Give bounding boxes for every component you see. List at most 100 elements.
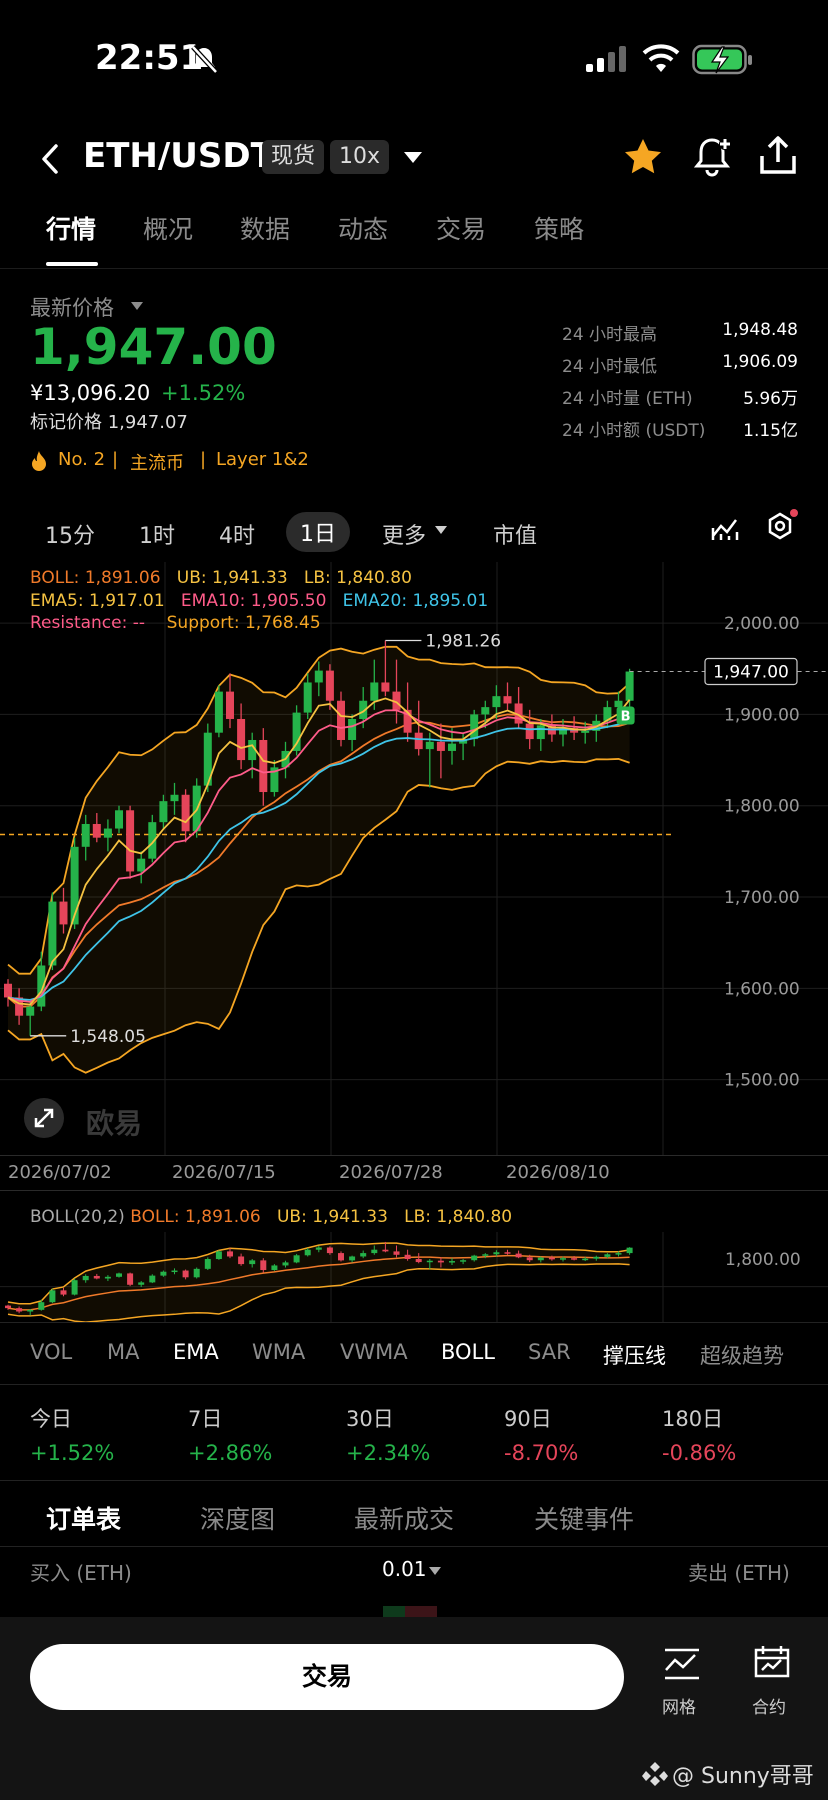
indicator-chart-icon[interactable] <box>710 514 740 544</box>
subchart-candle-body <box>426 1260 433 1263</box>
pair-symbol[interactable]: ETH/USDT <box>83 136 274 176</box>
perf-value: -8.70% <box>504 1441 579 1465</box>
fullscreen-button[interactable] <box>24 1098 64 1138</box>
contract-icon[interactable] <box>752 1644 792 1682</box>
perf-label: 180日 <box>662 1407 724 1431</box>
tab-key-events[interactable]: 关键事件 <box>534 1500 634 1536</box>
candle-body <box>536 725 545 740</box>
price-type-dropdown-icon[interactable] <box>130 301 144 311</box>
perf-180d: 180日 -0.86% <box>662 1403 736 1465</box>
tab-order-book[interactable]: 订单表 <box>46 1500 121 1536</box>
change-percent: +1.52% <box>161 381 246 405</box>
subchart-candle-body <box>149 1275 156 1283</box>
indicator-boll[interactable]: BOLL <box>441 1340 495 1364</box>
legend-boll: BOLL: 1,891.06 <box>30 568 161 588</box>
stat-value: 1,906.09 <box>722 352 798 372</box>
subchart-candle-body <box>238 1256 245 1265</box>
creator-watermark: @ Sunny哥哥 <box>672 1764 814 1789</box>
precision-select[interactable]: 0.01 <box>382 1557 427 1581</box>
timeframe-more[interactable]: 更多 <box>382 518 426 550</box>
legend-ema5: EMA5: 1,917.01 <box>30 591 165 611</box>
candle-body <box>470 714 479 740</box>
perf-label: 90日 <box>504 1407 552 1431</box>
perf-90d: 90日 -8.70% <box>504 1403 578 1465</box>
candle-body <box>370 682 379 701</box>
subchart-legend: BOLL(20,2) BOLL: 1,891.06 UB: 1,941.33 L… <box>30 1207 512 1227</box>
chart-settings-icon[interactable] <box>764 508 800 544</box>
low-marker-label: 1,548.05 <box>70 1027 146 1047</box>
divider <box>0 1546 828 1547</box>
subchart-candle-body <box>304 1249 311 1256</box>
subchart-candle-body <box>204 1259 211 1269</box>
pair-dropdown-icon[interactable] <box>402 150 424 166</box>
contract-label[interactable]: 合约 <box>752 1693 786 1718</box>
y-axis-tick: 1,700.00 <box>724 888 800 908</box>
timeframe-4h[interactable]: 4时 <box>219 518 255 550</box>
tag-separator: | <box>200 449 207 470</box>
subchart-y-tick: 1,800.00 <box>725 1250 801 1270</box>
indicator-ema[interactable]: EMA <box>173 1340 219 1364</box>
candle-body <box>181 794 190 832</box>
back-arrow-icon[interactable] <box>38 142 62 176</box>
timeframe-market-cap[interactable]: 市值 <box>493 518 537 550</box>
tab-overview[interactable]: 概况 <box>143 210 193 246</box>
sell-column-label: 卖出 (ETH) <box>688 1561 790 1585</box>
category-tag[interactable]: 主流币 <box>130 449 184 475</box>
cellular-signal-icon <box>586 46 626 72</box>
stat-value: 5.96万 <box>743 389 798 409</box>
tab-data[interactable]: 数据 <box>240 210 290 246</box>
legend-ema10: EMA10: 1,905.50 <box>180 591 327 611</box>
subchart-candle-body <box>271 1265 278 1271</box>
boll-subchart[interactable] <box>0 1232 828 1322</box>
wifi-icon <box>642 44 680 72</box>
timeframe-1h[interactable]: 1时 <box>139 518 175 550</box>
indicator-wma[interactable]: WMA <box>252 1340 305 1364</box>
tab-news[interactable]: 动态 <box>338 210 388 246</box>
chart-legend-line2: EMA5: 1,917.01 EMA10: 1,905.50 EMA20: 1,… <box>30 591 488 611</box>
divider <box>0 1322 828 1323</box>
tab-latest-trades[interactable]: 最新成交 <box>354 1500 454 1536</box>
trade-button[interactable]: 交易 <box>30 1644 624 1710</box>
subchart-candle-body <box>38 1302 45 1310</box>
subchart-candle-body <box>626 1247 633 1254</box>
indicator-sar[interactable]: SAR <box>528 1340 571 1364</box>
candlestick-chart[interactable]: 2,000.00 1,900.00 1,800.00 1,700.00 1,600.00… <box>0 562 828 1156</box>
indicator-support-resistance[interactable]: 撑压线 <box>603 1340 666 1370</box>
tab-market[interactable]: 行情 <box>46 210 96 246</box>
x-axis-tick: 2026/07/15 <box>172 1162 276 1183</box>
timeframe-15m[interactable]: 15分 <box>45 518 95 550</box>
boll-band-fill <box>8 646 630 1073</box>
subchart-candle-body <box>604 1254 611 1257</box>
subchart-candle-body <box>160 1271 167 1276</box>
legend-ub: UB: 1,941.33 <box>176 568 288 588</box>
share-icon[interactable] <box>758 134 798 178</box>
social-logo-icon <box>642 1762 668 1786</box>
perf-label: 7日 <box>188 1407 223 1431</box>
favorite-star-icon[interactable] <box>622 136 664 178</box>
candle-body <box>48 901 57 966</box>
candle-body <box>337 700 345 740</box>
grid-trading-icon[interactable] <box>662 1646 702 1682</box>
subchart-candle-body <box>437 1260 444 1263</box>
candle-body <box>292 712 301 751</box>
indicator-vwma[interactable]: VWMA <box>340 1340 408 1364</box>
tab-depth-chart[interactable]: 深度图 <box>200 1500 275 1536</box>
subchart-candle-body <box>338 1253 344 1261</box>
candle-body <box>503 696 512 704</box>
indicator-ma[interactable]: MA <box>107 1340 139 1364</box>
subchart-candle-body <box>548 1257 555 1260</box>
price-alert-bell-icon[interactable] <box>692 134 734 178</box>
indicator-vol[interactable]: VOL <box>30 1340 72 1364</box>
timeframe-1d[interactable]: 1日 <box>286 512 350 552</box>
precision-dropdown-icon[interactable] <box>428 1566 442 1576</box>
more-dropdown-icon[interactable] <box>434 525 448 535</box>
grid-label[interactable]: 网格 <box>662 1693 696 1718</box>
subchart-candle-body <box>526 1257 533 1261</box>
subchart-candle-body <box>404 1254 411 1260</box>
candle-body <box>614 700 623 708</box>
layer-tag[interactable]: Layer 1&2 <box>216 449 309 470</box>
tab-trade[interactable]: 交易 <box>436 210 486 246</box>
indicator-supertrend[interactable]: 超级趋势 <box>700 1340 828 1370</box>
tab-strategy[interactable]: 策略 <box>534 210 584 246</box>
rank-tag[interactable]: No. 2 <box>58 449 105 470</box>
